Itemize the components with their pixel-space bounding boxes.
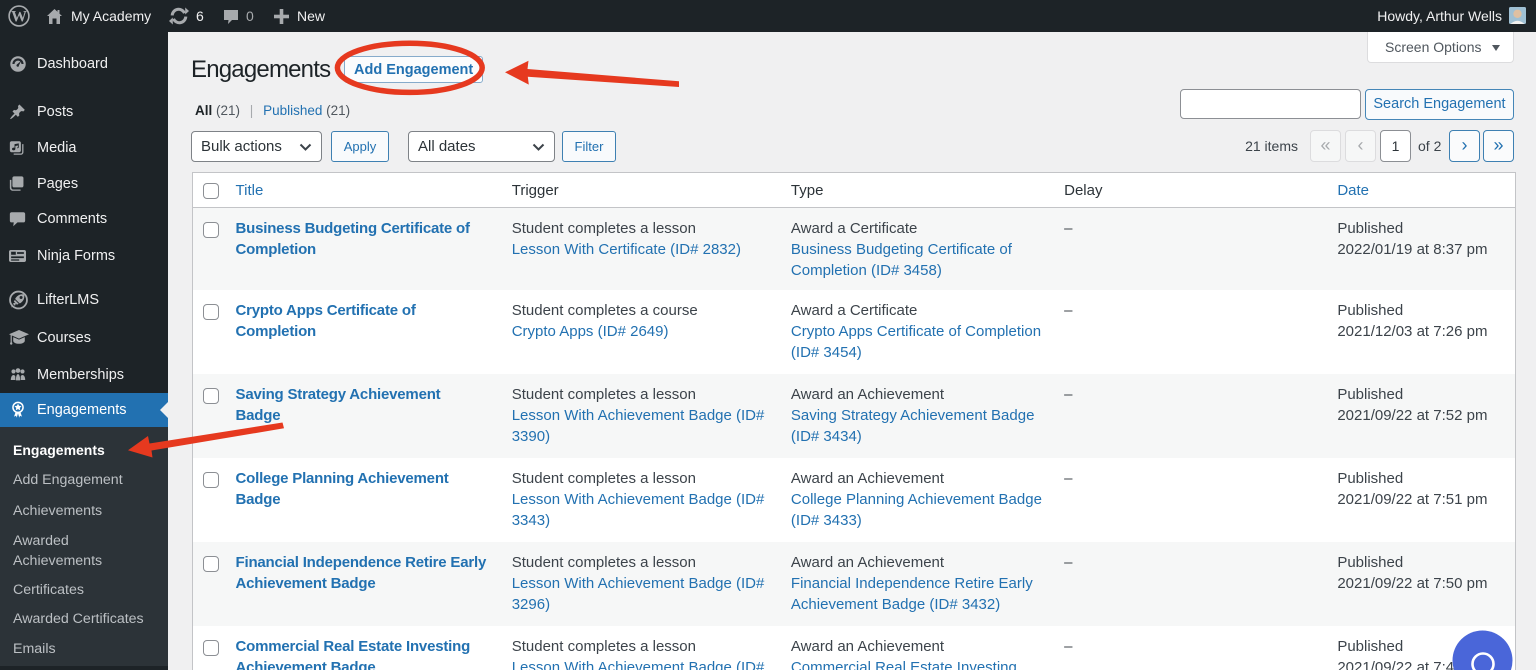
svg-text:W: W	[11, 9, 27, 26]
